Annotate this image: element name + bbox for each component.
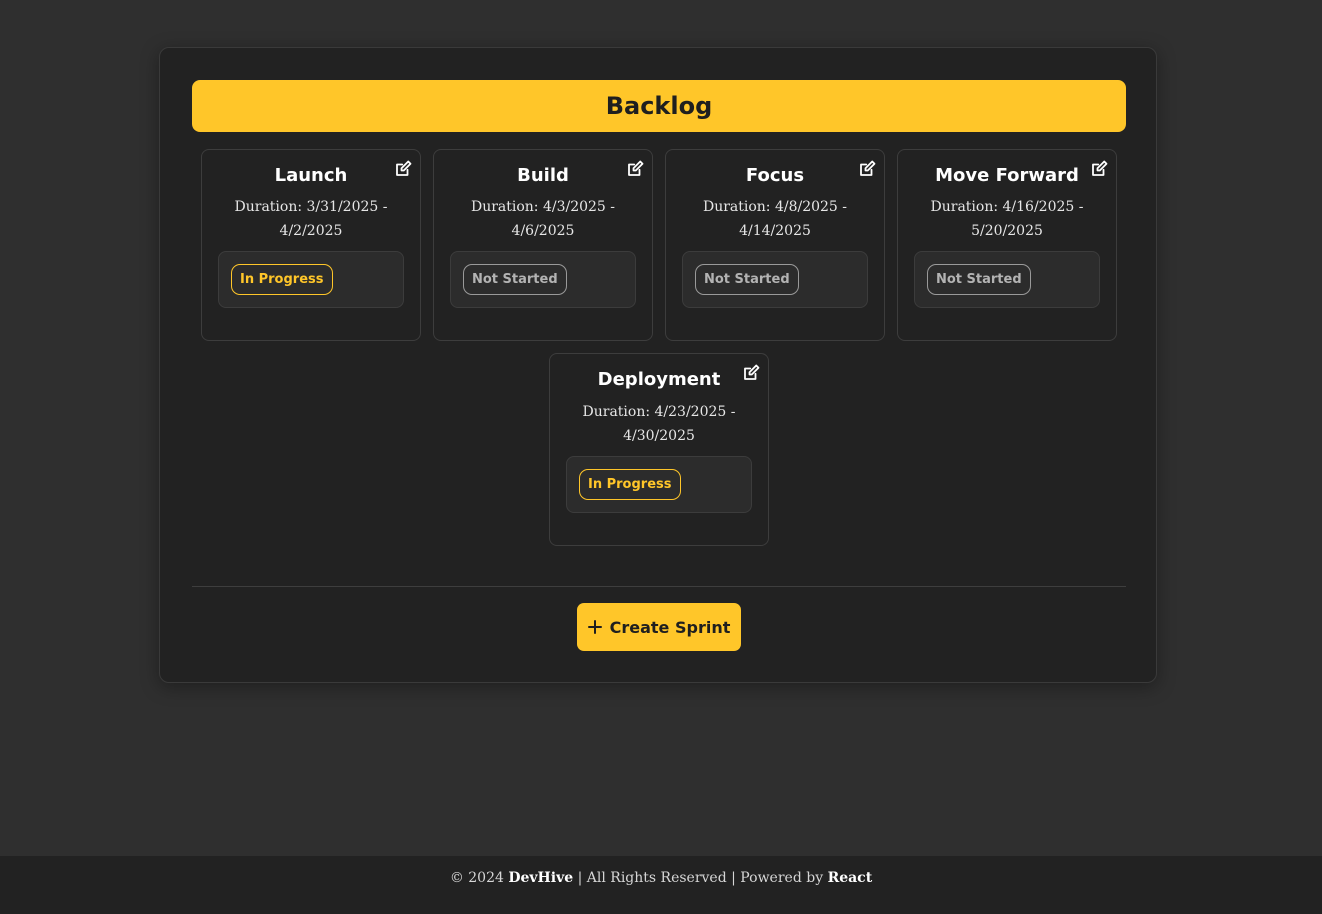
sprint-duration: Duration: 4/3/2025 - 4/6/2025 [454,195,632,243]
sprint-duration-start: Duration: 4/16/2025 - [930,199,1084,215]
sprint-duration-end: 4/14/2025 [739,223,811,239]
edit-icon[interactable] [626,160,644,178]
edit-icon[interactable] [1090,160,1108,178]
status-badge: Not Started [927,264,1031,295]
sprint-duration-end: 5/20/2025 [971,223,1043,239]
footer-rights: | All Rights Reserved | Powered by [577,870,824,886]
plus-icon [587,620,602,634]
page: Backlog Launch Duration: 3/31/2025 - 4/2… [0,0,1322,914]
sprint-duration-start: Duration: 3/31/2025 - [234,199,388,215]
sprint-card-deployment[interactable]: Deployment Duration: 4/23/2025 - 4/30/20… [549,353,769,546]
footer-powered-by: React [827,870,873,886]
status-container: Not Started [682,251,868,308]
sprint-title: Launch [274,165,348,186]
status-container: In Progress [566,456,752,513]
sprint-duration-start: Duration: 4/8/2025 - [702,199,848,215]
backlog-board: Backlog Launch Duration: 3/31/2025 - 4/2… [159,47,1157,683]
status-badge: In Progress [579,469,681,500]
sprint-card-launch[interactable]: Launch Duration: 3/31/2025 - 4/2/2025 In… [201,149,421,341]
sprint-title: Move Forward [935,165,1079,186]
board-title: Backlog [192,80,1126,132]
sprint-title: Focus [745,165,805,186]
edit-icon[interactable] [742,364,760,382]
sprint-duration-end: 4/30/2025 [623,428,695,444]
status-container: Not Started [450,251,636,308]
sprint-title: Build [517,165,569,186]
divider [192,586,1126,587]
sprint-title: Deployment [597,369,721,390]
create-sprint-label: Create Sprint [609,617,731,637]
sprint-duration: Duration: 4/8/2025 - 4/14/2025 [686,195,864,243]
sprint-duration-start: Duration: 4/23/2025 - [582,404,736,420]
status-badge: Not Started [463,264,567,295]
footer: © 2024 DevHive | All Rights Reserved | P… [0,856,1322,914]
status-container: Not Started [914,251,1100,308]
status-badge: In Progress [231,264,333,295]
sprint-duration: Duration: 4/16/2025 - 5/20/2025 [918,195,1096,243]
create-sprint-button[interactable]: Create Sprint [577,603,741,651]
footer-copyright: © 2024 [449,870,504,886]
sprint-card-build[interactable]: Build Duration: 4/3/2025 - 4/6/2025 Not … [433,149,653,341]
sprint-card-move-forward[interactable]: Move Forward Duration: 4/16/2025 - 5/20/… [897,149,1117,341]
footer-brand: DevHive [508,870,574,886]
edit-icon[interactable] [858,160,876,178]
sprint-duration-end: 4/2/2025 [279,223,343,239]
sprint-duration-end: 4/6/2025 [511,223,575,239]
sprint-card-focus[interactable]: Focus Duration: 4/8/2025 - 4/14/2025 Not… [665,149,885,341]
sprint-duration-start: Duration: 4/3/2025 - [470,199,616,215]
status-badge: Not Started [695,264,799,295]
sprint-duration: Duration: 4/23/2025 - 4/30/2025 [570,400,748,448]
status-container: In Progress [218,251,404,308]
edit-icon[interactable] [394,160,412,178]
sprint-duration: Duration: 3/31/2025 - 4/2/2025 [222,195,400,243]
